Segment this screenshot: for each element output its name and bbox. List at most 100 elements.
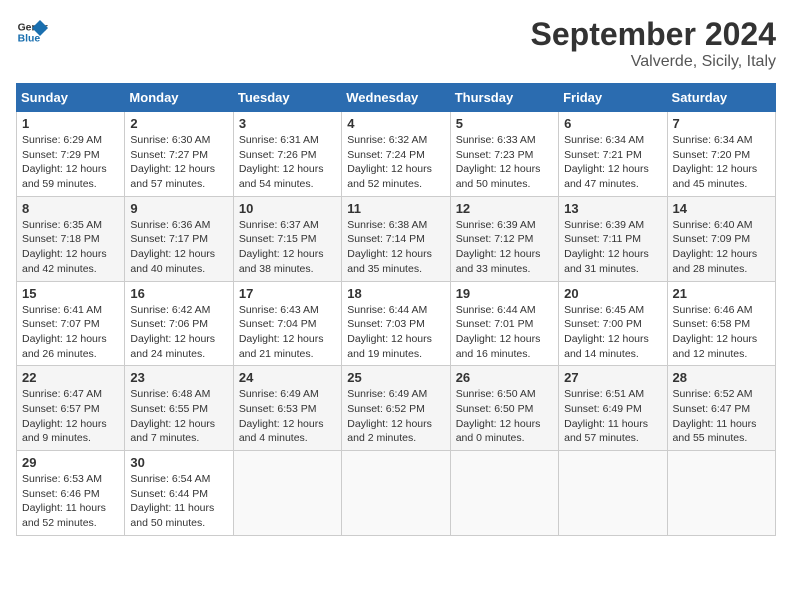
calendar-cell: 21 Sunrise: 6:46 AM Sunset: 6:58 PM Dayli… bbox=[667, 281, 775, 366]
day-number: 21 bbox=[673, 286, 770, 301]
day-info: Sunrise: 6:51 AM Sunset: 6:49 PM Dayligh… bbox=[564, 387, 661, 446]
calendar-cell: 14 Sunrise: 6:40 AM Sunset: 7:09 PM Dayli… bbox=[667, 196, 775, 281]
day-number: 3 bbox=[239, 116, 336, 131]
weekday-header: Monday bbox=[125, 84, 233, 112]
day-info: Sunrise: 6:44 AM Sunset: 7:01 PM Dayligh… bbox=[456, 303, 553, 362]
day-number: 10 bbox=[239, 201, 336, 216]
day-info: Sunrise: 6:32 AM Sunset: 7:24 PM Dayligh… bbox=[347, 133, 444, 192]
day-number: 17 bbox=[239, 286, 336, 301]
calendar-cell: 25 Sunrise: 6:49 AM Sunset: 6:52 PM Dayli… bbox=[342, 366, 450, 451]
day-number: 11 bbox=[347, 201, 444, 216]
calendar-cell: 3 Sunrise: 6:31 AM Sunset: 7:26 PM Daylig… bbox=[233, 112, 341, 197]
title-block: September 2024 Valverde, Sicily, Italy bbox=[531, 16, 776, 71]
calendar-cell: 30 Sunrise: 6:54 AM Sunset: 6:44 PM Dayli… bbox=[125, 451, 233, 536]
day-number: 28 bbox=[673, 370, 770, 385]
day-number: 16 bbox=[130, 286, 227, 301]
calendar-week-row: 8Sunrise: 6:35 AM Sunset: 7:18 PM Daylig… bbox=[17, 196, 776, 281]
weekday-header: Saturday bbox=[667, 84, 775, 112]
day-info: Sunrise: 6:38 AM Sunset: 7:14 PM Dayligh… bbox=[347, 218, 444, 277]
calendar-cell bbox=[342, 451, 450, 536]
day-info: Sunrise: 6:54 AM Sunset: 6:44 PM Dayligh… bbox=[130, 472, 227, 531]
calendar-cell: 11 Sunrise: 6:38 AM Sunset: 7:14 PM Dayli… bbox=[342, 196, 450, 281]
weekday-header: Thursday bbox=[450, 84, 558, 112]
calendar-cell: 28Sunrise: 6:52 AM Sunset: 6:47 PM Dayli… bbox=[667, 366, 775, 451]
day-number: 24 bbox=[239, 370, 336, 385]
day-number: 26 bbox=[456, 370, 553, 385]
day-number: 12 bbox=[456, 201, 553, 216]
calendar-title: September 2024 bbox=[531, 16, 776, 53]
day-info: Sunrise: 6:49 AM Sunset: 6:53 PM Dayligh… bbox=[239, 387, 336, 446]
calendar-cell: 5 Sunrise: 6:33 AM Sunset: 7:23 PM Daylig… bbox=[450, 112, 558, 197]
calendar-cell bbox=[667, 451, 775, 536]
calendar-week-row: 22 Sunrise: 6:47 AM Sunset: 6:57 PM Dayli… bbox=[17, 366, 776, 451]
day-number: 20 bbox=[564, 286, 661, 301]
calendar-cell: 10 Sunrise: 6:37 AM Sunset: 7:15 PM Dayli… bbox=[233, 196, 341, 281]
day-number: 9 bbox=[130, 201, 227, 216]
calendar-cell: 26 Sunrise: 6:50 AM Sunset: 6:50 PM Dayli… bbox=[450, 366, 558, 451]
weekday-header: Friday bbox=[559, 84, 667, 112]
day-number: 6 bbox=[564, 116, 661, 131]
day-number: 8 bbox=[22, 201, 119, 216]
svg-text:Blue: Blue bbox=[18, 34, 41, 45]
day-number: 5 bbox=[456, 116, 553, 131]
day-info: Sunrise: 6:31 AM Sunset: 7:26 PM Dayligh… bbox=[239, 133, 336, 192]
day-info: Sunrise: 6:40 AM Sunset: 7:09 PM Dayligh… bbox=[673, 218, 770, 277]
day-number: 14 bbox=[673, 201, 770, 216]
day-info: Sunrise: 6:39 AM Sunset: 7:11 PM Dayligh… bbox=[564, 218, 661, 277]
day-info: Sunrise: 6:53 AM Sunset: 6:46 PM Dayligh… bbox=[22, 472, 119, 531]
day-number: 30 bbox=[130, 455, 227, 470]
weekday-header: Sunday bbox=[17, 84, 125, 112]
calendar-week-row: 29Sunrise: 6:53 AM Sunset: 6:46 PM Dayli… bbox=[17, 451, 776, 536]
calendar-cell: 20 Sunrise: 6:45 AM Sunset: 7:00 PM Dayli… bbox=[559, 281, 667, 366]
day-info: Sunrise: 6:46 AM Sunset: 6:58 PM Dayligh… bbox=[673, 303, 770, 362]
calendar-cell bbox=[233, 451, 341, 536]
day-number: 22 bbox=[22, 370, 119, 385]
day-info: Sunrise: 6:37 AM Sunset: 7:15 PM Dayligh… bbox=[239, 218, 336, 277]
day-number: 13 bbox=[564, 201, 661, 216]
calendar-cell: 22 Sunrise: 6:47 AM Sunset: 6:57 PM Dayli… bbox=[17, 366, 125, 451]
logo-icon: General Blue bbox=[16, 16, 48, 48]
day-info: Sunrise: 6:44 AM Sunset: 7:03 PM Dayligh… bbox=[347, 303, 444, 362]
calendar-cell: 29Sunrise: 6:53 AM Sunset: 6:46 PM Dayli… bbox=[17, 451, 125, 536]
day-info: Sunrise: 6:34 AM Sunset: 7:20 PM Dayligh… bbox=[673, 133, 770, 192]
day-number: 27 bbox=[564, 370, 661, 385]
day-number: 7 bbox=[673, 116, 770, 131]
calendar-cell: 27 Sunrise: 6:51 AM Sunset: 6:49 PM Dayli… bbox=[559, 366, 667, 451]
calendar-cell: 13 Sunrise: 6:39 AM Sunset: 7:11 PM Dayli… bbox=[559, 196, 667, 281]
calendar-subtitle: Valverde, Sicily, Italy bbox=[531, 53, 776, 71]
calendar-cell: 15Sunrise: 6:41 AM Sunset: 7:07 PM Dayli… bbox=[17, 281, 125, 366]
weekday-header: Tuesday bbox=[233, 84, 341, 112]
day-number: 1 bbox=[22, 116, 119, 131]
day-number: 19 bbox=[456, 286, 553, 301]
calendar-cell: 2 Sunrise: 6:30 AM Sunset: 7:27 PM Daylig… bbox=[125, 112, 233, 197]
day-info: Sunrise: 6:42 AM Sunset: 7:06 PM Dayligh… bbox=[130, 303, 227, 362]
page-header: General Blue September 2024 Valverde, Si… bbox=[16, 16, 776, 71]
day-info: Sunrise: 6:47 AM Sunset: 6:57 PM Dayligh… bbox=[22, 387, 119, 446]
day-number: 25 bbox=[347, 370, 444, 385]
calendar-cell: 24 Sunrise: 6:49 AM Sunset: 6:53 PM Dayli… bbox=[233, 366, 341, 451]
calendar-cell: 23 Sunrise: 6:48 AM Sunset: 6:55 PM Dayli… bbox=[125, 366, 233, 451]
calendar-cell: 1Sunrise: 6:29 AM Sunset: 7:29 PM Daylig… bbox=[17, 112, 125, 197]
day-number: 15 bbox=[22, 286, 119, 301]
day-info: Sunrise: 6:45 AM Sunset: 7:00 PM Dayligh… bbox=[564, 303, 661, 362]
calendar-cell: 16 Sunrise: 6:42 AM Sunset: 7:06 PM Dayli… bbox=[125, 281, 233, 366]
logo: General Blue bbox=[16, 16, 48, 48]
calendar-cell: 4Sunrise: 6:32 AM Sunset: 7:24 PM Daylig… bbox=[342, 112, 450, 197]
calendar-cell bbox=[559, 451, 667, 536]
day-number: 18 bbox=[347, 286, 444, 301]
calendar-cell bbox=[450, 451, 558, 536]
calendar-week-row: 15Sunrise: 6:41 AM Sunset: 7:07 PM Dayli… bbox=[17, 281, 776, 366]
day-info: Sunrise: 6:50 AM Sunset: 6:50 PM Dayligh… bbox=[456, 387, 553, 446]
calendar-week-row: 1Sunrise: 6:29 AM Sunset: 7:29 PM Daylig… bbox=[17, 112, 776, 197]
day-number: 2 bbox=[130, 116, 227, 131]
weekday-header-row: SundayMondayTuesdayWednesdayThursdayFrid… bbox=[17, 84, 776, 112]
calendar-table: SundayMondayTuesdayWednesdayThursdayFrid… bbox=[16, 83, 776, 536]
day-number: 23 bbox=[130, 370, 227, 385]
day-info: Sunrise: 6:48 AM Sunset: 6:55 PM Dayligh… bbox=[130, 387, 227, 446]
calendar-cell: 8Sunrise: 6:35 AM Sunset: 7:18 PM Daylig… bbox=[17, 196, 125, 281]
day-info: Sunrise: 6:33 AM Sunset: 7:23 PM Dayligh… bbox=[456, 133, 553, 192]
day-info: Sunrise: 6:30 AM Sunset: 7:27 PM Dayligh… bbox=[130, 133, 227, 192]
calendar-cell: 7 Sunrise: 6:34 AM Sunset: 7:20 PM Daylig… bbox=[667, 112, 775, 197]
day-info: Sunrise: 6:49 AM Sunset: 6:52 PM Dayligh… bbox=[347, 387, 444, 446]
calendar-cell: 9Sunrise: 6:36 AM Sunset: 7:17 PM Daylig… bbox=[125, 196, 233, 281]
